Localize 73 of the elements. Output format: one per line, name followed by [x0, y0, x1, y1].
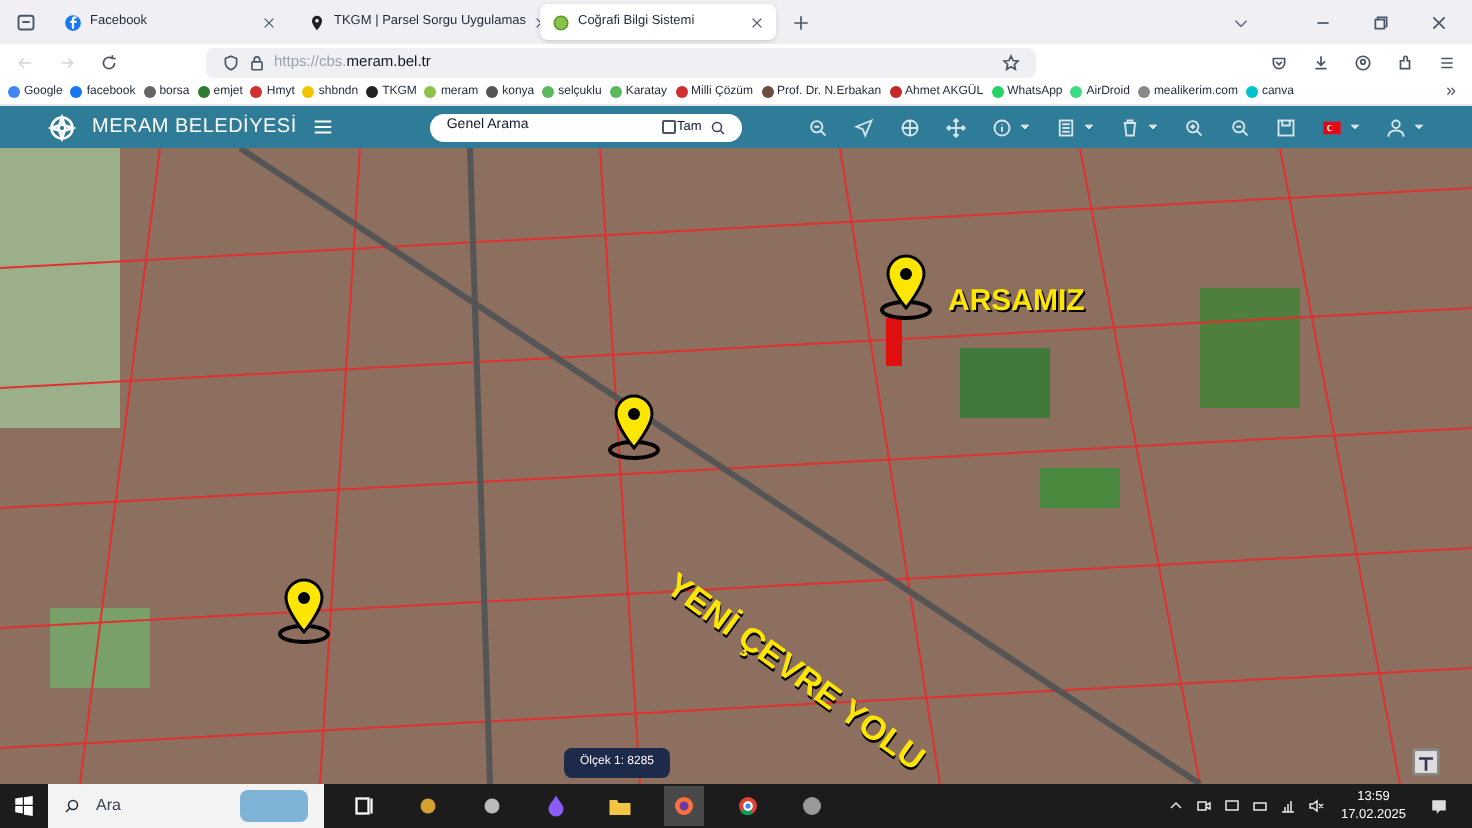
reload-icon[interactable] [100, 53, 118, 71]
star-icon[interactable] [1002, 53, 1020, 71]
bookmark-favicon-icon [1137, 86, 1150, 98]
screen-icon[interactable] [1224, 798, 1241, 814]
caret-icon[interactable] [1414, 122, 1424, 132]
info-icon[interactable] [992, 117, 1012, 137]
lock-icon [248, 53, 266, 71]
bookmark-favicon-icon [197, 86, 210, 98]
bookmark-favicon-icon [143, 86, 156, 98]
map-pin-icon [308, 13, 326, 31]
bookmark-favicon-icon [889, 86, 902, 98]
bookmark-favicon-icon [1245, 86, 1258, 98]
navigation-arrow-icon[interactable] [854, 117, 874, 137]
camera-icon[interactable] [1196, 798, 1213, 814]
bookmark-favicon-icon [250, 86, 263, 98]
logo-icon [48, 113, 76, 141]
exact-match-checkbox[interactable] [661, 120, 675, 134]
bookmark-favicon-icon [991, 86, 1004, 98]
location-pin-icon [278, 576, 330, 644]
shield-icon [222, 53, 240, 71]
bookmark-favicon-icon [424, 86, 437, 98]
bookmark-favicon-icon [761, 86, 774, 98]
bookmark-favicon-icon [486, 86, 499, 98]
search-highlight-picture [240, 790, 308, 822]
bookmark-favicon-icon [542, 86, 555, 98]
drive-icon[interactable] [1252, 798, 1269, 814]
layers-list-icon[interactable] [1056, 117, 1076, 137]
taskbar-search-field[interactable]: Ara [48, 784, 324, 828]
caret-icon[interactable] [1084, 122, 1094, 132]
network-icon[interactable] [1280, 798, 1297, 814]
plot-label: ARSAMIZ [948, 282, 1085, 322]
menu-icon[interactable] [1438, 53, 1456, 71]
location-pin-icon [880, 252, 932, 320]
chevron-up-icon[interactable] [1168, 798, 1185, 814]
firefox-icon[interactable] [664, 786, 704, 826]
bookmark-favicon-icon [609, 86, 622, 98]
caret-icon[interactable] [1350, 122, 1360, 132]
save-icon[interactable] [1276, 117, 1296, 137]
bookmark-favicon-icon [675, 86, 687, 98]
windows-start-icon[interactable] [14, 796, 34, 816]
speaker-muted-icon[interactable] [1308, 798, 1325, 814]
extensions-icon[interactable] [1396, 53, 1414, 71]
menu-icon[interactable] [312, 116, 335, 138]
new-tab-icon[interactable] [792, 13, 810, 31]
tab-list-icon[interactable] [16, 12, 36, 32]
bookmark-favicon-icon [1070, 86, 1083, 98]
flag-icon[interactable] [1322, 117, 1342, 137]
bookmarks-overflow-button[interactable]: » [1445, 78, 1464, 106]
location-pin-icon [608, 392, 660, 460]
move-arrows-icon[interactable] [946, 117, 966, 137]
caret-icon[interactable] [1148, 122, 1158, 132]
trash-icon[interactable] [1120, 117, 1140, 137]
zoom-in-icon[interactable] [1184, 117, 1204, 137]
close-icon[interactable] [1430, 13, 1448, 31]
bookmark-favicon-icon [70, 86, 83, 98]
zoom-out-icon[interactable] [1230, 117, 1250, 137]
notifications-icon[interactable] [1430, 797, 1448, 815]
restore-icon[interactable] [1372, 13, 1390, 31]
account-icon[interactable] [1354, 53, 1372, 71]
download-icon[interactable] [1312, 53, 1330, 71]
user-icon[interactable] [1386, 117, 1406, 137]
bookmark-favicon-icon [8, 86, 20, 98]
zoom-search-icon[interactable] [808, 117, 828, 137]
search-icon [64, 798, 80, 814]
close-icon[interactable] [750, 15, 764, 29]
facebook-icon [64, 13, 82, 31]
bookmark-favicon-icon [302, 86, 315, 98]
close-icon[interactable] [262, 15, 276, 29]
caret-icon[interactable] [1020, 122, 1030, 132]
logo-text: MERAM BELEDİYESİ [92, 112, 297, 142]
pocket-icon[interactable] [1270, 53, 1288, 71]
bookmark-favicon-icon [366, 86, 379, 98]
search-icon[interactable] [709, 119, 726, 135]
